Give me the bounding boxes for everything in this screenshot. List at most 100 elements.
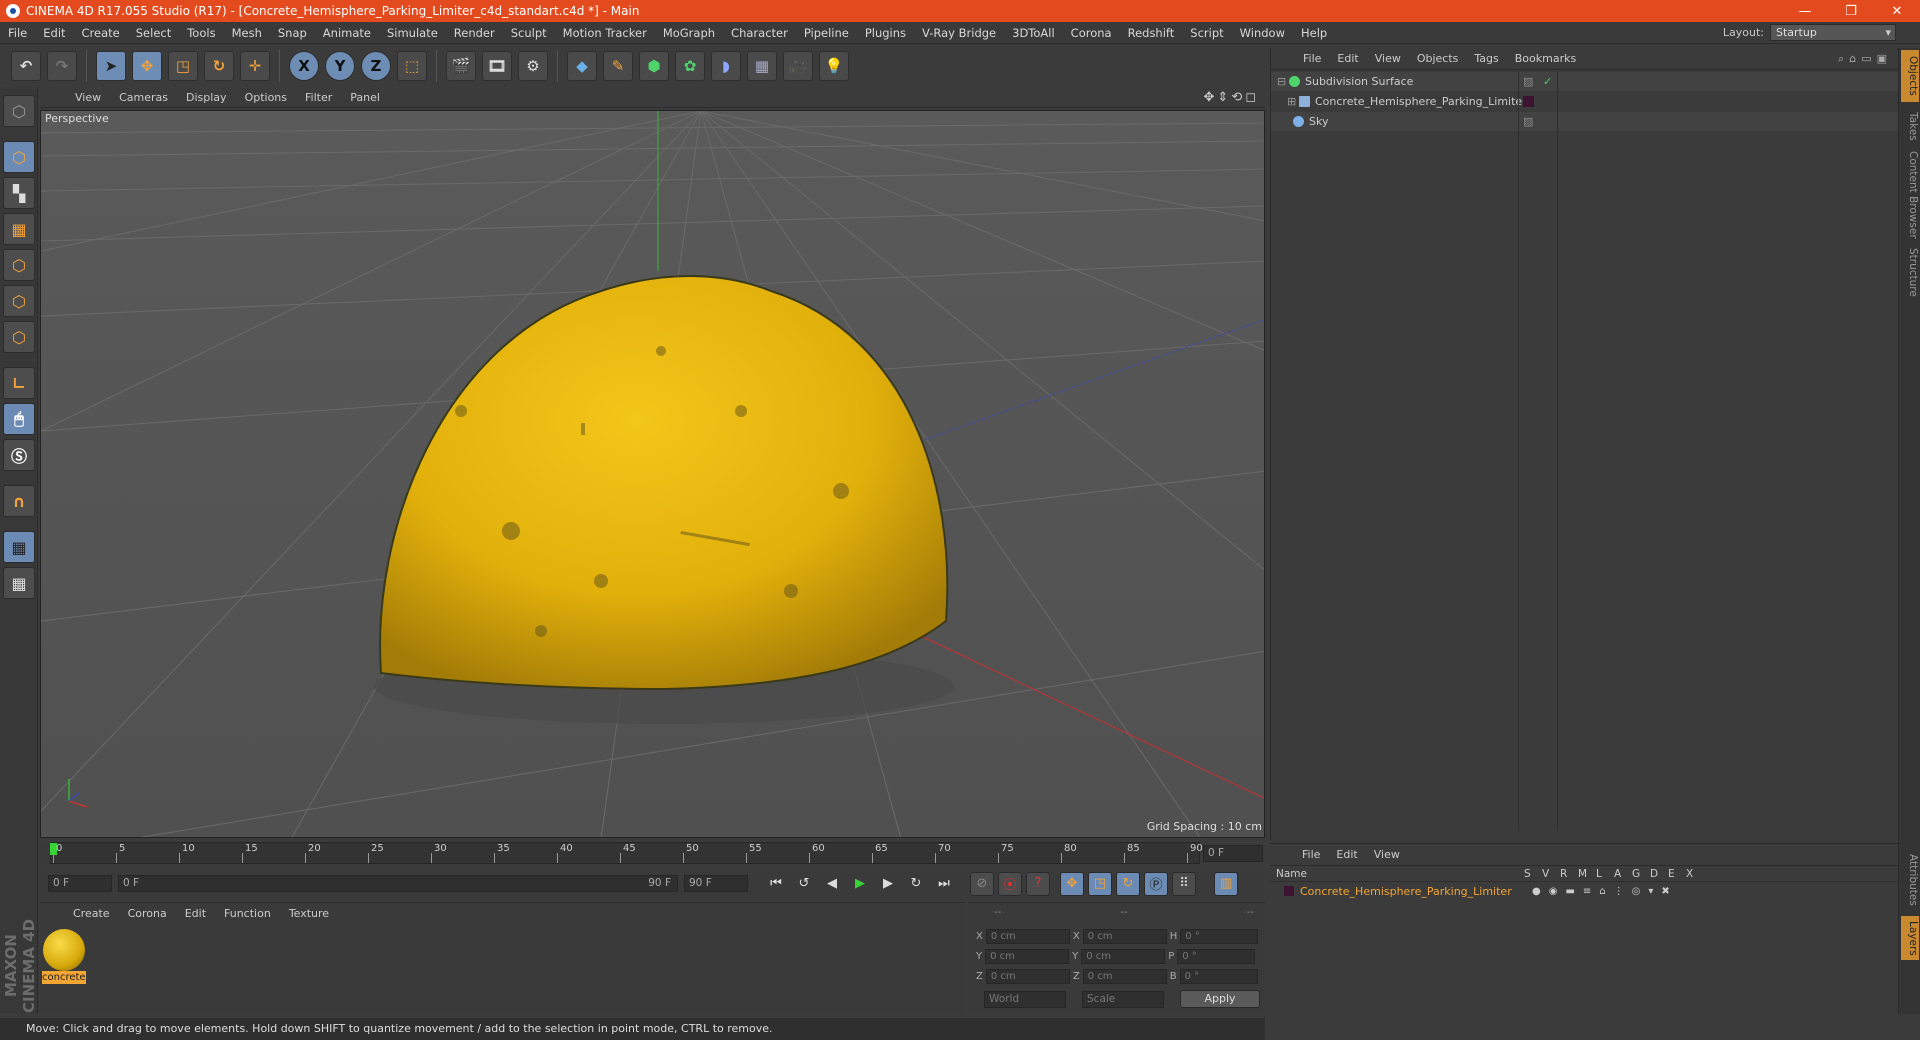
- previous-key-icon[interactable]: ↺: [792, 872, 816, 896]
- tweak-mode-icon[interactable]: 🖱: [3, 403, 35, 435]
- go-to-start-icon[interactable]: ⏮: [764, 872, 788, 896]
- material-menu-function[interactable]: Function: [215, 907, 280, 920]
- layer-tag-icon[interactable]: ▨: [1523, 75, 1533, 88]
- concrete-material-swatch[interactable]: concrete: [42, 927, 86, 985]
- object-row[interactable]: ⊞ Concrete_Hemisphere_Parking_Limiter: [1271, 92, 1899, 111]
- menu-create[interactable]: Create: [74, 26, 128, 40]
- objects-menu-tags[interactable]: Tags: [1466, 52, 1506, 65]
- deformer-icon[interactable]: ◗: [711, 50, 741, 81]
- render-settings-icon[interactable]: ⚙: [518, 50, 548, 81]
- menu-redshift[interactable]: Redshift: [1120, 26, 1183, 40]
- menu-simulate[interactable]: Simulate: [379, 26, 446, 40]
- edges-mode-icon[interactable]: ⬡: [3, 285, 35, 317]
- record-active-icon[interactable]: ⦿: [998, 871, 1022, 896]
- z-axis-lock-button[interactable]: Z: [361, 50, 391, 81]
- objects-menu-edit[interactable]: Edit: [1329, 52, 1366, 65]
- material-tag-icon[interactable]: [1523, 96, 1534, 107]
- scale-icon[interactable]: ◳: [168, 50, 198, 81]
- tab-content-browser[interactable]: Content Browser: [1901, 150, 1919, 240]
- end-frame-field[interactable]: 90 F: [684, 875, 748, 892]
- key-position-icon[interactable]: ✥: [1060, 871, 1084, 896]
- menu-help[interactable]: Help: [1293, 26, 1335, 40]
- position-z-field[interactable]: 0 cm: [985, 969, 1070, 984]
- key-pla-icon[interactable]: ⠿: [1172, 871, 1196, 896]
- texture-mode-icon[interactable]: ▚: [3, 177, 35, 209]
- layers-menu-edit[interactable]: Edit: [1328, 848, 1365, 861]
- layer-tag-icon[interactable]: ▨: [1523, 115, 1533, 128]
- menu-edit[interactable]: Edit: [35, 26, 73, 40]
- menu-mesh[interactable]: Mesh: [224, 26, 270, 40]
- subdivision-surface-icon[interactable]: ⬢: [639, 50, 669, 81]
- menu-sculpt[interactable]: Sculpt: [503, 26, 555, 40]
- layer-col-xref[interactable]: X: [1686, 868, 1704, 880]
- menu-select[interactable]: Select: [128, 26, 179, 40]
- key-rotation-icon[interactable]: ↻: [1116, 871, 1140, 896]
- next-key-icon[interactable]: ↻: [904, 872, 928, 896]
- size-x-field[interactable]: 0 cm: [1082, 929, 1167, 944]
- layer-col-view[interactable]: V: [1542, 868, 1560, 880]
- menu-corona[interactable]: Corona: [1063, 26, 1120, 40]
- render-picture-viewer-icon[interactable]: 🎞: [482, 50, 512, 81]
- material-menu-edit[interactable]: Edit: [176, 907, 215, 920]
- coordinate-space-dropdown[interactable]: World: [984, 991, 1066, 1008]
- layer-col-solo[interactable]: S: [1524, 868, 1542, 880]
- frame-range-slider[interactable]: 0 F 90 F: [118, 875, 678, 892]
- layer-col-expressions[interactable]: E: [1668, 868, 1686, 880]
- objects-menu-objects[interactable]: Objects: [1409, 52, 1467, 65]
- workplane-icon[interactable]: ▦: [3, 213, 35, 245]
- tab-takes[interactable]: Takes: [1901, 106, 1919, 146]
- render-view-icon[interactable]: 🎬: [446, 50, 476, 81]
- viewport-menu-options[interactable]: Options: [236, 91, 296, 104]
- viewport-menu-view[interactable]: View: [66, 91, 110, 104]
- make-editable-icon[interactable]: ⬡: [3, 95, 35, 127]
- layer-col-deformers[interactable]: D: [1650, 868, 1668, 880]
- play-icon[interactable]: ▶: [848, 872, 872, 896]
- layer-row[interactable]: Concrete_Hemisphere_Parking_Limiter ●◉▬≡…: [1270, 882, 1898, 900]
- select-arrow-icon[interactable]: ➤: [96, 50, 126, 81]
- move-icon[interactable]: ✥: [132, 50, 162, 81]
- rotate-icon[interactable]: ↻: [204, 50, 234, 81]
- current-frame-field[interactable]: 0 F: [1203, 845, 1263, 862]
- light-icon[interactable]: 💡: [819, 50, 849, 81]
- menu-tools[interactable]: Tools: [179, 26, 223, 40]
- restore-button[interactable]: ❐: [1828, 4, 1874, 19]
- material-menu-texture[interactable]: Texture: [280, 907, 338, 920]
- position-y-field[interactable]: 0 cm: [985, 949, 1070, 964]
- minimize-button[interactable]: —: [1782, 4, 1828, 19]
- key-scale-icon[interactable]: ◳: [1088, 871, 1112, 896]
- layer-col-manager[interactable]: M: [1578, 868, 1596, 880]
- record-keys-disabled-icon[interactable]: ⊘: [970, 871, 994, 896]
- tab-layers[interactable]: Layers: [1901, 916, 1919, 960]
- redo-icon[interactable]: ↷: [47, 50, 77, 81]
- menu-pipeline[interactable]: Pipeline: [796, 26, 857, 40]
- undo-icon[interactable]: ↶: [11, 50, 41, 81]
- 3d-viewport[interactable]: [40, 110, 1265, 838]
- apply-button[interactable]: Apply: [1180, 990, 1260, 1008]
- objects-menu-file[interactable]: File: [1295, 52, 1329, 65]
- enabled-check-icon[interactable]: ✓: [1543, 75, 1552, 88]
- menu-render[interactable]: Render: [446, 26, 503, 40]
- key-parameter-icon[interactable]: Ⓟ: [1144, 871, 1168, 896]
- menu-plugins[interactable]: Plugins: [857, 26, 914, 40]
- snap-magnet-icon[interactable]: ∩: [3, 485, 35, 517]
- next-frame-icon[interactable]: ▶: [876, 872, 900, 896]
- viewport-menu-panel[interactable]: Panel: [341, 91, 389, 104]
- menu-window[interactable]: Window: [1232, 26, 1293, 40]
- close-button[interactable]: ✕: [1874, 4, 1920, 19]
- layer-col-locked[interactable]: L: [1596, 868, 1614, 880]
- menu-vray-bridge[interactable]: V-Ray Bridge: [914, 26, 1004, 40]
- layers-menu-file[interactable]: File: [1294, 848, 1328, 861]
- objects-search-home-icons[interactable]: ⌕⌂▭▣: [1838, 52, 1892, 66]
- size-z-field[interactable]: 0 cm: [1082, 969, 1167, 984]
- viewport-menu-display[interactable]: Display: [177, 91, 236, 104]
- object-row[interactable]: Sky ▨: [1271, 112, 1899, 131]
- layers-menu-view[interactable]: View: [1366, 848, 1408, 861]
- autokey-icon[interactable]: ?: [1026, 871, 1050, 896]
- tab-attributes[interactable]: Attributes: [1901, 848, 1919, 912]
- menu-snap[interactable]: Snap: [270, 26, 315, 40]
- menu-file[interactable]: File: [0, 26, 35, 40]
- tab-objects[interactable]: Objects: [1901, 50, 1919, 102]
- y-axis-lock-button[interactable]: Y: [325, 50, 355, 81]
- cube-primitive-icon[interactable]: ◆: [567, 50, 597, 81]
- solo-mode-icon[interactable]: Ⓢ: [3, 439, 35, 471]
